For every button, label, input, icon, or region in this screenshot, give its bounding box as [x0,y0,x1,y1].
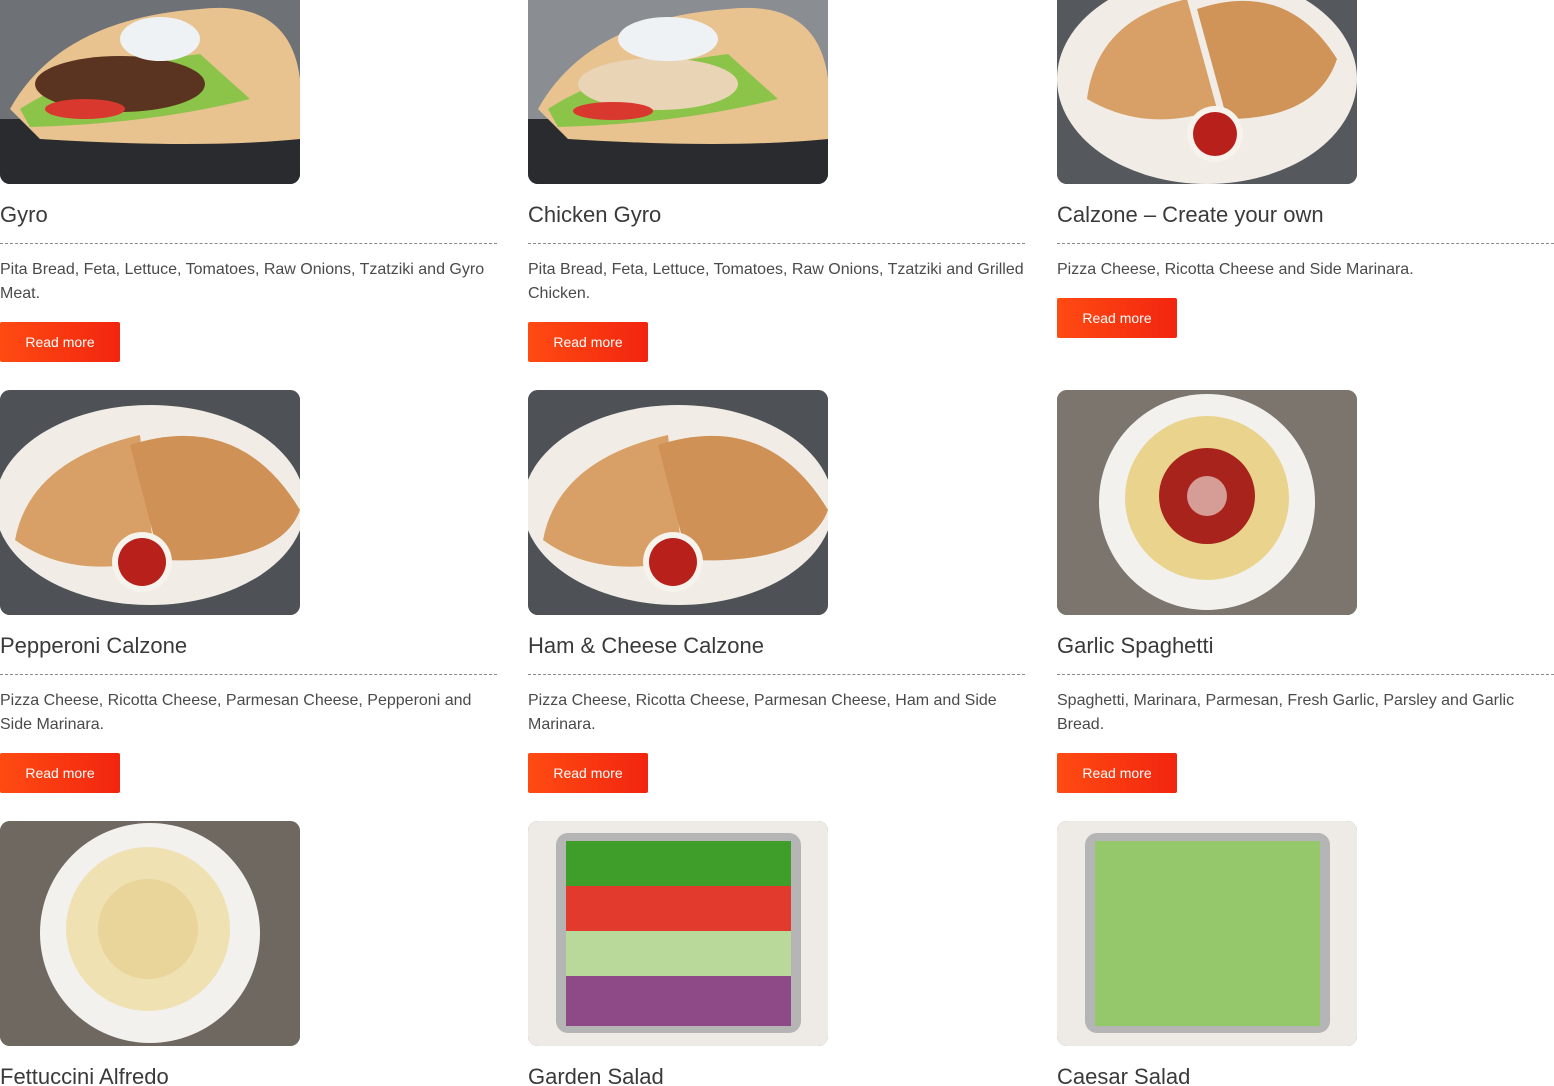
dashed-divider [0,243,497,244]
fettuccini-image[interactable] [0,821,300,1046]
item-title[interactable]: Chicken Gyro [528,200,1025,230]
menu-card-chicken-gyro: Chicken Gyro Pita Bread, Feta, Lettuce, … [528,0,1025,362]
item-description: Pizza Cheese, Ricotta Cheese, Parmesan C… [0,692,472,733]
garden-salad-image[interactable] [528,821,828,1046]
menu-card-pepperoni-calzone: Pepperoni Calzone Pizza Cheese, Ricotta … [0,390,497,793]
dashed-divider [1057,243,1554,244]
caesar-salad-image[interactable] [1057,821,1357,1046]
item-title[interactable]: Calzone – Create your own [1057,200,1554,230]
item-title[interactable]: Ham & Cheese Calzone [528,631,1025,661]
ham-cheese-calzone-image[interactable] [528,390,828,615]
item-description: Spaghetti, Marinara, Parmesan, Fresh Gar… [1057,692,1515,733]
read-more-button[interactable]: Read more [528,322,648,362]
menu-card-fettuccini-alfredo: Fettuccini Alfredo [0,821,497,1086]
item-description: Pizza Cheese, Ricotta Cheese and Side Ma… [1057,261,1414,278]
menu-card-ham-cheese-calzone: Ham & Cheese Calzone Pizza Cheese, Ricot… [528,390,1025,793]
dashed-divider [0,674,497,675]
read-more-button[interactable]: Read more [528,753,648,793]
item-title[interactable]: Garlic Spaghetti [1057,631,1554,661]
item-description: Pita Bread, Feta, Lettuce, Tomatoes, Raw… [528,261,1024,302]
pepperoni-calzone-image[interactable] [0,390,300,615]
menu-card-caesar-salad: Caesar Salad [1057,821,1554,1086]
dashed-divider [1057,674,1554,675]
gyro-image[interactable] [0,0,300,184]
read-more-button[interactable]: Read more [0,322,120,362]
item-title[interactable]: Fettuccini Alfredo [0,1062,497,1086]
item-description: Pizza Cheese, Ricotta Cheese, Parmesan C… [528,692,997,733]
read-more-button[interactable]: Read more [0,753,120,793]
menu-card-calzone: Calzone – Create your own Pizza Cheese, … [1057,0,1554,338]
dashed-divider [528,674,1025,675]
menu-grid: Gyro Pita Bread, Feta, Lettuce, Tomatoes… [0,0,1554,1086]
item-title[interactable]: Garden Salad [528,1062,1025,1086]
item-title[interactable]: Caesar Salad [1057,1062,1554,1086]
calzone-image[interactable] [1057,0,1357,184]
read-more-button[interactable]: Read more [1057,753,1177,793]
menu-card-gyro: Gyro Pita Bread, Feta, Lettuce, Tomatoes… [0,0,497,362]
dashed-divider [528,243,1025,244]
spaghetti-image[interactable] [1057,390,1357,615]
item-title[interactable]: Pepperoni Calzone [0,631,497,661]
item-description: Pita Bread, Feta, Lettuce, Tomatoes, Raw… [0,261,485,302]
item-title[interactable]: Gyro [0,200,497,230]
menu-card-garden-salad: Garden Salad [528,821,1025,1086]
read-more-button[interactable]: Read more [1057,298,1177,338]
chicken-gyro-image[interactable] [528,0,828,184]
menu-card-garlic-spaghetti: Garlic Spaghetti Spaghetti, Marinara, Pa… [1057,390,1554,793]
